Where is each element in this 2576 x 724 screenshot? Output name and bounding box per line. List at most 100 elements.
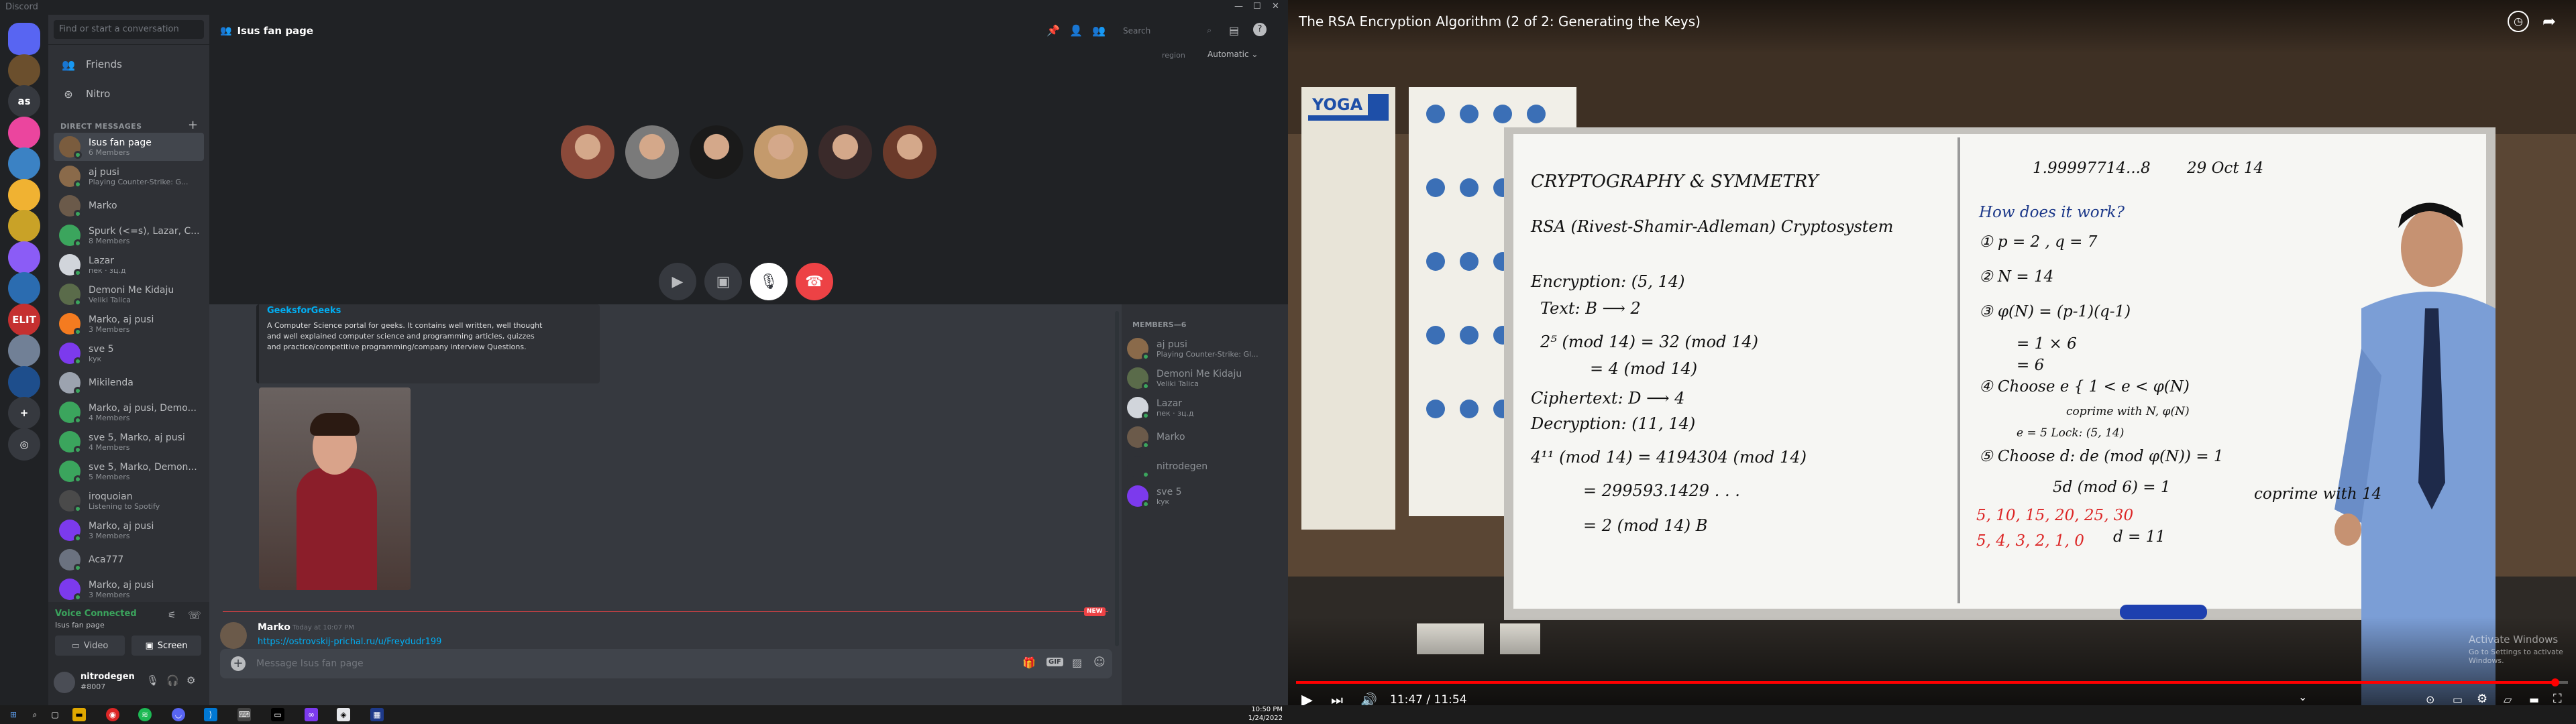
youtube-player[interactable]: CRYPTOGRAPHY & SYMMETRY RSA (Rivest-Shami… bbox=[1288, 0, 2576, 705]
clock-time[interactable]: 10:50 PM bbox=[1248, 706, 1283, 713]
close-icon[interactable]: ✕ bbox=[1272, 1, 1279, 11]
inbox-icon[interactable]: ▤ bbox=[1229, 24, 1239, 37]
member-item[interactable]: Demoni Me Kidaju Veliki Talica bbox=[1127, 363, 1283, 393]
user-avatar[interactable] bbox=[54, 672, 75, 693]
video-button[interactable]: ▭ Video bbox=[55, 636, 125, 656]
call-participant-avatar[interactable] bbox=[754, 125, 808, 179]
guild-icon[interactable]: as bbox=[8, 85, 40, 117]
dm-item[interactable]: sve 5, Marko, Demon... 5 Members bbox=[54, 457, 204, 485]
spotify-icon[interactable]: ≋ bbox=[138, 708, 152, 721]
disconnect-icon[interactable]: ☏ bbox=[188, 609, 201, 621]
camera-button[interactable]: ▶ bbox=[659, 263, 696, 300]
guild-server-icon[interactable] bbox=[8, 147, 40, 180]
video-title[interactable]: The RSA Encryption Algorithm (2 of 2: Ge… bbox=[1299, 13, 1701, 29]
task-view-icon[interactable]: ▢ bbox=[48, 708, 62, 721]
share-icon[interactable]: ➦ bbox=[2542, 12, 2556, 31]
maximize-icon[interactable]: ☐ bbox=[1253, 1, 1261, 11]
theater-icon[interactable]: ▬ bbox=[2529, 693, 2539, 705]
dm-item[interactable]: Marko, aj pusi 3 Members bbox=[54, 575, 204, 603]
screen-button[interactable]: ▣ Screen bbox=[131, 636, 201, 656]
member-list-icon[interactable]: 👥 bbox=[1092, 24, 1106, 37]
image-attachment[interactable] bbox=[259, 387, 411, 590]
member-item[interactable]: Lazar пек · зц.д bbox=[1127, 393, 1283, 422]
attach-plus-icon[interactable]: + bbox=[231, 656, 246, 671]
region-select[interactable]: Automatic ⌄ bbox=[1208, 50, 1258, 59]
guild-explore-icon[interactable]: ◎ bbox=[8, 428, 40, 461]
subtitles-icon[interactable]: ▭ bbox=[2453, 693, 2463, 705]
guild-server-icon[interactable] bbox=[8, 116, 40, 149]
dm-item[interactable]: Mikilenda bbox=[54, 369, 204, 397]
dm-item[interactable]: iroquoian Listening to Spotify bbox=[54, 487, 204, 515]
guild-icon[interactable]: ELIT bbox=[8, 303, 40, 336]
guild-server-icon[interactable] bbox=[8, 241, 40, 274]
settings-gear-icon[interactable]: ⚙ bbox=[186, 674, 195, 686]
nitro-nav[interactable]: ⊛ Nitro bbox=[54, 80, 204, 107]
visual-studio-icon[interactable]: ∞ bbox=[305, 708, 318, 721]
app-icon[interactable]: ◈ bbox=[337, 708, 350, 721]
dm-item[interactable]: Marko, aj pusi 3 Members bbox=[54, 310, 204, 338]
guild-server-icon[interactable] bbox=[8, 210, 40, 242]
channel-search-input[interactable]: Search ⌕ bbox=[1119, 23, 1216, 39]
volume-icon[interactable]: 🔊 bbox=[1360, 692, 1377, 705]
dm-item[interactable]: Aca777 bbox=[54, 546, 204, 574]
guild-add-server-icon[interactable]: + bbox=[8, 397, 40, 429]
embed-title[interactable]: GeeksforGeeks bbox=[267, 306, 341, 316]
dm-item[interactable]: Marko bbox=[54, 192, 204, 220]
clock-date[interactable]: 1/24/2022 bbox=[1242, 715, 1283, 722]
member-item[interactable]: Marko bbox=[1127, 422, 1283, 452]
mic-icon[interactable]: 🎙 bbox=[146, 674, 159, 686]
dm-item[interactable]: Spurk (<=s), Lazar, C... 8 Members bbox=[54, 221, 204, 249]
call-participant-avatar[interactable] bbox=[625, 125, 679, 179]
calculator-icon[interactable]: ▦ bbox=[370, 708, 384, 721]
dm-item[interactable]: Marko, aj pusi 3 Members bbox=[54, 516, 204, 544]
member-item[interactable]: sve 5 kyк bbox=[1127, 481, 1283, 511]
add-dm-icon[interactable]: + bbox=[188, 118, 198, 132]
windows-start-icon[interactable]: ⊞ bbox=[7, 708, 20, 721]
message-avatar[interactable] bbox=[220, 622, 247, 649]
guild-server-icon[interactable] bbox=[8, 54, 40, 86]
call-participant-avatar[interactable] bbox=[883, 125, 936, 179]
call-participant-avatar[interactable] bbox=[818, 125, 872, 179]
console-icon[interactable]: ▭ bbox=[271, 708, 284, 721]
friends-nav[interactable]: 👥 Friends bbox=[54, 51, 204, 78]
add-friend-icon[interactable]: 👤 bbox=[1069, 24, 1083, 37]
dm-item[interactable]: Marko, aj pusi, Demo... 4 Members bbox=[54, 398, 204, 426]
file-explorer-icon[interactable]: ▬ bbox=[72, 708, 86, 721]
guild-server-icon[interactable] bbox=[8, 365, 40, 398]
chevron-down-icon[interactable]: ⌄ bbox=[2298, 690, 2307, 703]
discord-icon[interactable]: ◡ bbox=[172, 708, 185, 721]
call-participant-avatar[interactable] bbox=[561, 125, 614, 179]
gif-icon[interactable]: GIF bbox=[1046, 658, 1063, 666]
vscode-icon[interactable]: ⟩ bbox=[204, 708, 217, 721]
message-scrollbar[interactable] bbox=[1115, 311, 1119, 646]
pin-icon[interactable]: 📌 bbox=[1046, 24, 1060, 37]
signal-icon[interactable]: ⚟ bbox=[168, 610, 176, 621]
taskbar-search-icon[interactable]: ⌕ bbox=[28, 708, 42, 721]
member-item[interactable]: nitrodegen bbox=[1127, 452, 1283, 481]
settings-icon[interactable]: ⚙ bbox=[2477, 692, 2487, 705]
dm-search-input[interactable]: Find or start a conversation bbox=[54, 20, 204, 39]
dm-item[interactable]: sve 5, Marko, aj pusi 4 Members bbox=[54, 428, 204, 456]
autoplay-toggle-icon[interactable]: ⊙ bbox=[2426, 693, 2434, 705]
progress-scrubber[interactable] bbox=[2551, 678, 2560, 686]
minimize-icon[interactable]: — bbox=[1234, 1, 1243, 11]
watch-later-icon[interactable]: ◷ bbox=[2508, 11, 2529, 32]
guild-server-icon[interactable] bbox=[8, 272, 40, 304]
screen-share-button[interactable]: ▣ bbox=[704, 263, 742, 300]
member-item[interactable]: aj pusi Playing Counter-Strike: Gl... bbox=[1127, 334, 1283, 363]
gift-icon[interactable]: 🎁 bbox=[1022, 656, 1036, 669]
message-author[interactable]: Marko bbox=[258, 622, 290, 633]
mute-button[interactable]: 🎙 bbox=[750, 263, 788, 300]
help-icon[interactable]: ? bbox=[1253, 23, 1267, 36]
dm-item[interactable]: sve 5 kyк bbox=[54, 339, 204, 367]
message-link[interactable]: https://ostrovskij-prichal.ru/u/Freydudr… bbox=[258, 637, 441, 647]
next-icon[interactable]: ⏭ bbox=[1331, 692, 1343, 705]
sticker-icon[interactable]: ▨ bbox=[1072, 656, 1082, 669]
terminal-icon[interactable]: ⌨ bbox=[237, 708, 251, 721]
cast-icon[interactable]: ▱ bbox=[2504, 693, 2512, 705]
message-composer[interactable]: + Message Isus fan page 🎁 GIF ▨ ☺ bbox=[220, 649, 1112, 678]
emoji-icon[interactable]: ☺ bbox=[1093, 656, 1106, 669]
play-icon[interactable]: ▶ bbox=[1301, 692, 1313, 705]
guild-discord-logo[interactable] bbox=[8, 23, 40, 55]
guild-server-icon[interactable] bbox=[8, 178, 40, 211]
